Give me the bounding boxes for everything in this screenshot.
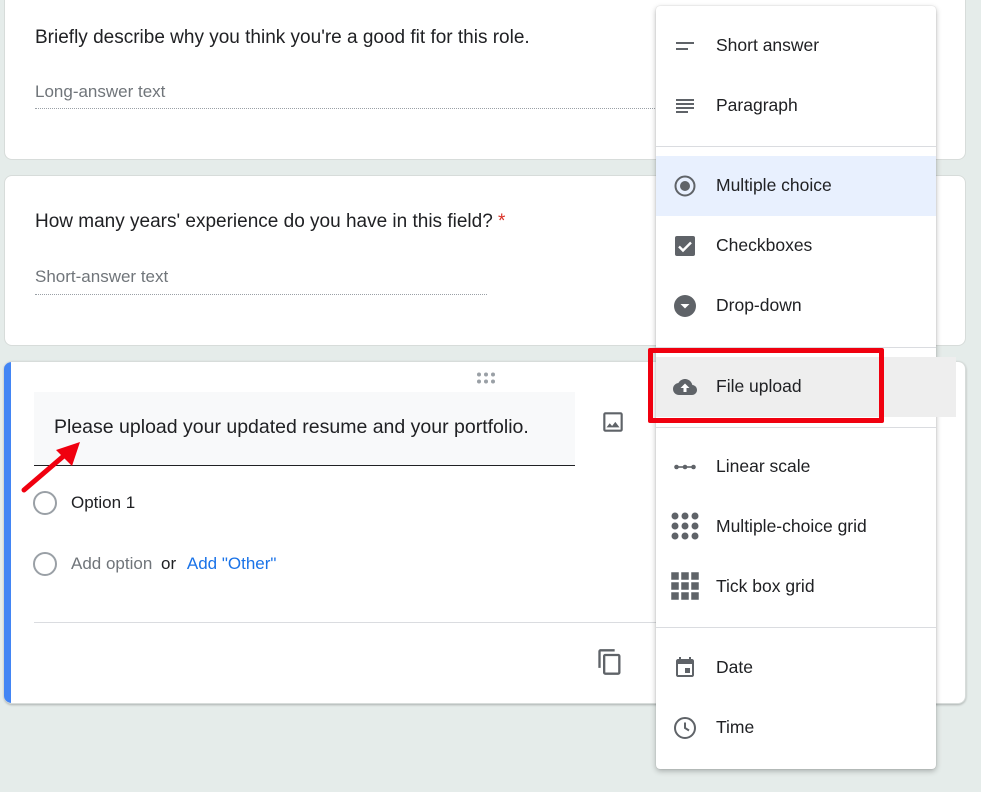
arrow-annotation-icon <box>21 442 80 493</box>
menu-item-checkboxes[interactable]: Checkboxes <box>656 216 936 276</box>
question-title-input[interactable]: Please upload your updated resume and yo… <box>34 392 575 466</box>
menu-item-drop-down[interactable]: Drop-down <box>656 276 936 336</box>
menu-item-label: Drop-down <box>716 295 802 315</box>
clock-icon <box>674 717 696 739</box>
card-footer-divider <box>34 622 674 623</box>
question-title[interactable]: Briefly describe why you think you're a … <box>35 27 530 49</box>
menu-item-multiple-choice[interactable]: Multiple choice <box>656 156 936 216</box>
answer-underline <box>35 294 487 295</box>
question-title-text: How many years' experience do you have i… <box>35 211 493 232</box>
answer-underline <box>35 108 675 109</box>
menu-divider <box>656 627 936 628</box>
or-text: or <box>161 554 177 573</box>
short-text-icon <box>676 42 694 50</box>
add-option-row: Add option or Add "Other" <box>71 554 276 574</box>
menu-item-multiple-choice-grid[interactable]: Multiple-choice grid <box>656 497 936 557</box>
highlight-annotation-box <box>648 348 884 423</box>
menu-item-paragraph[interactable]: Paragraph <box>656 76 936 136</box>
add-other-button[interactable]: Add "Other" <box>187 554 277 573</box>
menu-item-label: Checkboxes <box>716 235 813 255</box>
menu-item-short-answer[interactable]: Short answer <box>656 16 936 76</box>
calendar-icon <box>676 657 694 677</box>
long-answer-placeholder: Long-answer text <box>35 82 166 101</box>
radio-button-icon <box>674 175 696 197</box>
menu-divider <box>656 427 936 428</box>
checkbox-icon <box>675 236 695 256</box>
menu-item-label: Tick box grid <box>716 576 815 596</box>
menu-item-label: Multiple-choice grid <box>716 516 867 536</box>
square-grid-icon <box>671 572 699 600</box>
menu-item-label: Multiple choice <box>716 175 832 195</box>
add-image-icon[interactable] <box>600 409 626 435</box>
dot-grid-icon <box>671 512 699 540</box>
question-title[interactable]: How many years' experience do you have i… <box>35 211 505 233</box>
short-answer-placeholder: Short-answer text <box>35 267 169 286</box>
menu-item-time[interactable]: Time <box>656 698 936 758</box>
form-editor-page: Briefly describe why you think you're a … <box>0 0 981 792</box>
linear-scale-icon <box>674 464 696 470</box>
add-option-button[interactable]: Add option <box>71 554 152 573</box>
question-title-value: Please upload your updated resume and yo… <box>54 416 529 438</box>
menu-item-label: Linear scale <box>716 456 811 476</box>
drag-handle-icon[interactable] <box>474 371 498 387</box>
menu-item-label: Paragraph <box>716 95 798 115</box>
menu-item-tick-box-grid[interactable]: Tick box grid <box>656 557 936 617</box>
menu-item-label: Short answer <box>716 35 820 55</box>
option-1-input[interactable]: Option 1 <box>71 493 135 513</box>
required-marker: * <box>498 211 506 232</box>
menu-item-label: Date <box>716 657 753 677</box>
menu-divider <box>656 146 936 147</box>
paragraph-icon <box>676 99 694 113</box>
option-radio-icon <box>33 552 57 576</box>
menu-item-label: Time <box>716 717 755 737</box>
menu-item-linear-scale[interactable]: Linear scale <box>656 437 936 497</box>
active-indicator <box>4 362 11 703</box>
dropdown-circle-icon <box>674 295 696 317</box>
menu-item-date[interactable]: Date <box>656 638 936 698</box>
duplicate-icon[interactable] <box>596 647 624 677</box>
